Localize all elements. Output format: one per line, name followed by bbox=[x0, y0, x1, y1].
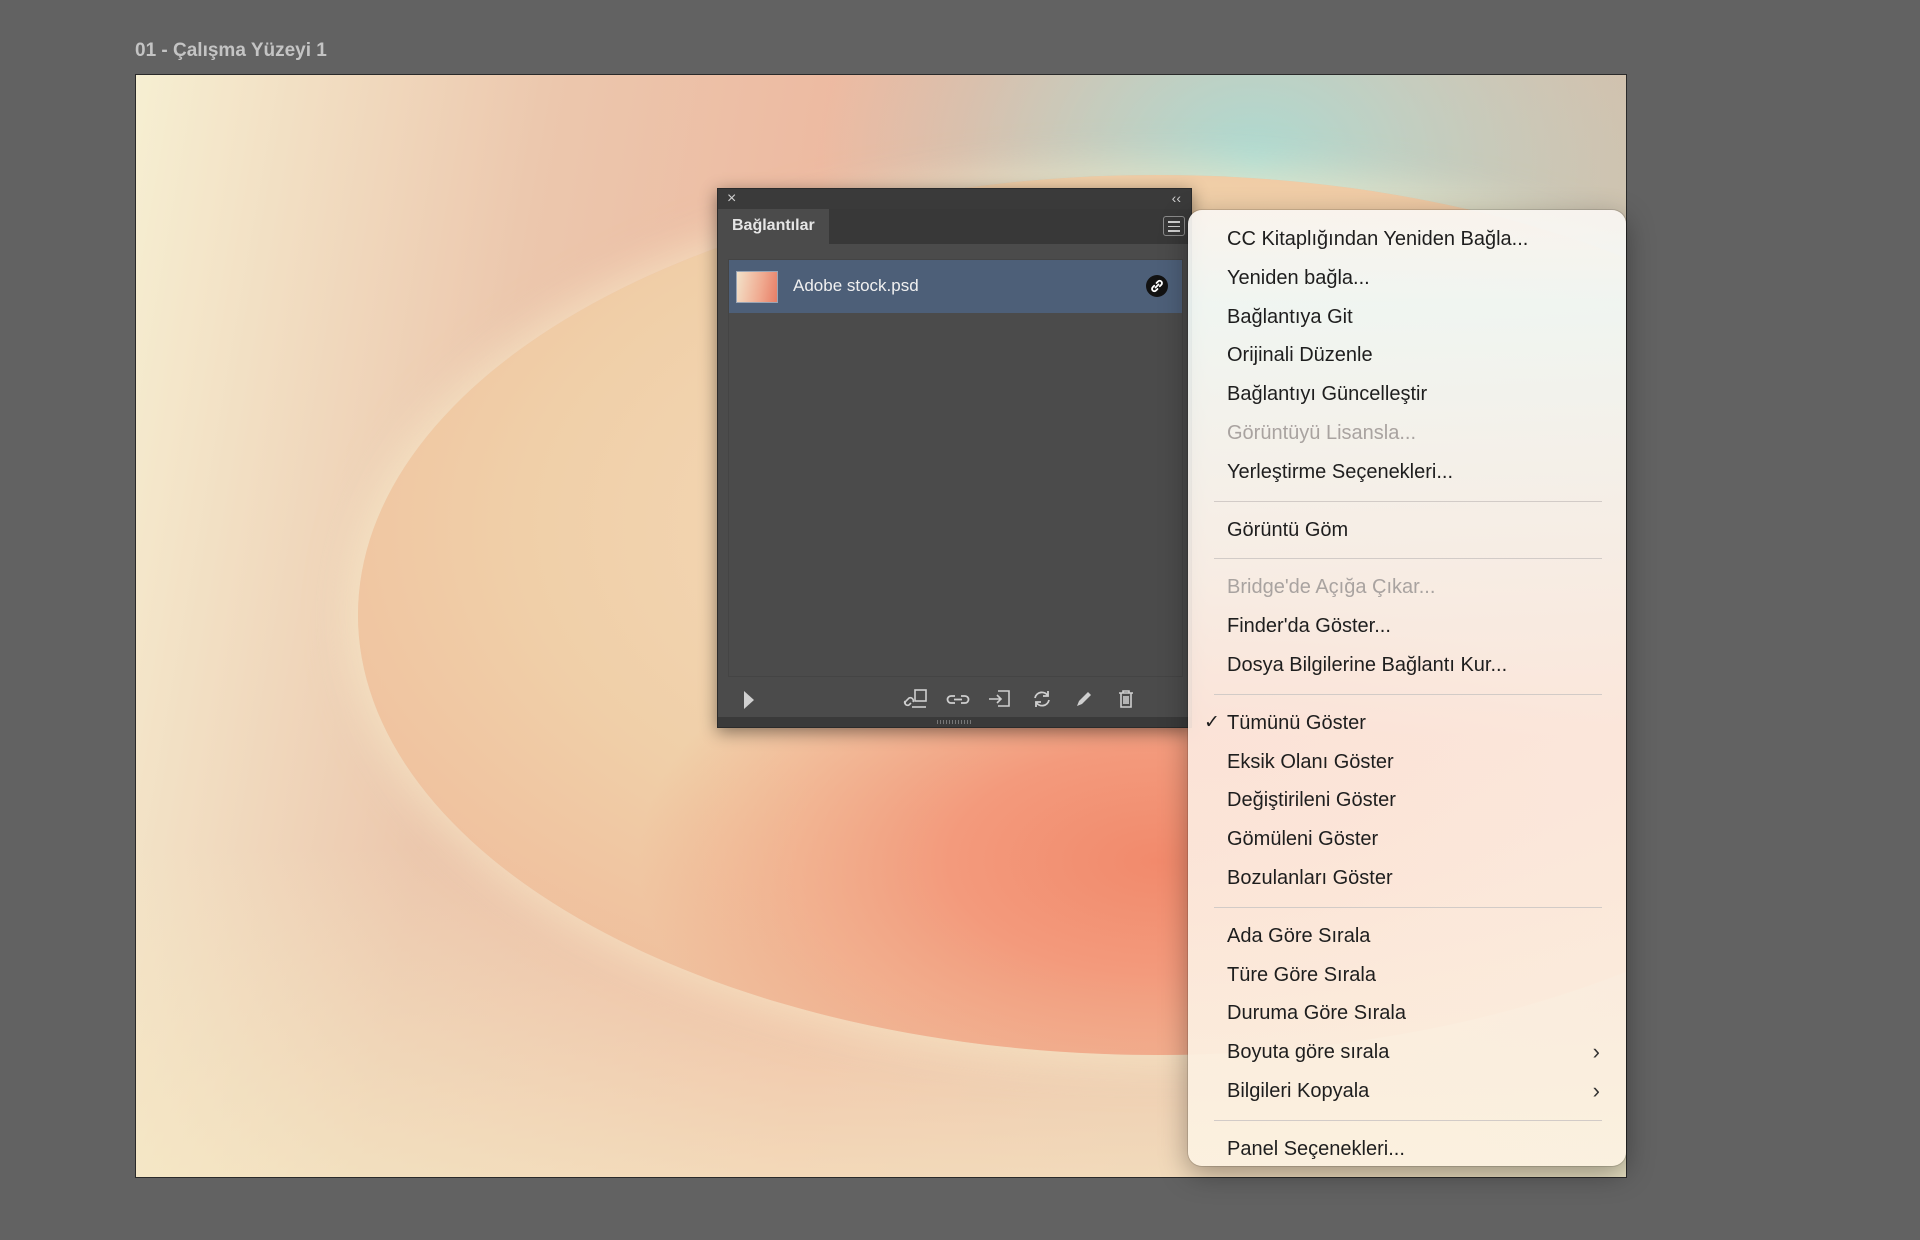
menu-item-label: Bilgileri Kopyala bbox=[1227, 1079, 1370, 1102]
artboard-label: 01 - Çalışma Yüzeyi 1 bbox=[135, 40, 327, 61]
menu-item[interactable]: Duruma Göre Sırala bbox=[1188, 994, 1626, 1033]
menu-item[interactable]: Yerleştirme Seçenekleri... bbox=[1188, 453, 1626, 492]
menu-item-label: Gömüleni Göster bbox=[1227, 828, 1379, 851]
menu-item-label: CC Kitaplığından Yeniden Bağla... bbox=[1227, 228, 1529, 250]
menu-item-label: Eksik Olanı Göster bbox=[1227, 750, 1394, 773]
edit-original-icon[interactable] bbox=[1070, 687, 1098, 711]
close-icon[interactable]: × bbox=[727, 190, 736, 208]
menu-item[interactable]: Eksik Olanı Göster bbox=[1188, 743, 1626, 782]
check-icon: ✓ bbox=[1204, 711, 1220, 733]
go-to-link-icon[interactable] bbox=[986, 687, 1014, 711]
context-menu: CC Kitaplığından Yeniden Bağla... Yeniden… bbox=[1188, 210, 1626, 1166]
list-item[interactable]: Adobe stock.psd bbox=[729, 260, 1182, 313]
menu-item[interactable]: Yeniden bağla... bbox=[1188, 259, 1626, 298]
menu-item[interactable]: Orijinali Düzenle bbox=[1188, 336, 1626, 375]
menu-item-label: Panel Seçenekleri... bbox=[1227, 1137, 1405, 1160]
menu-item-label: Ada Göre Sırala bbox=[1227, 924, 1371, 947]
menu-item[interactable]: ✓ Tümünü Göster bbox=[1188, 704, 1626, 743]
menu-item-label: Finder'da Göster... bbox=[1227, 615, 1391, 638]
menu-item[interactable]: Boyuta göre sırala › bbox=[1188, 1033, 1626, 1072]
relink-icon[interactable] bbox=[944, 687, 972, 711]
menu-item[interactable]: Panel Seçenekleri... bbox=[1188, 1130, 1626, 1166]
menu-separator bbox=[1214, 558, 1602, 560]
menu-item-label: Bridge'de Açığa Çıkar... bbox=[1227, 576, 1436, 599]
links-panel: × ‹‹ Bağlantılar Adobe stock.psd bbox=[717, 188, 1192, 728]
menu-item[interactable]: Bağlantıyı Güncelleştir bbox=[1188, 375, 1626, 414]
menu-item[interactable]: CC Kitaplığından Yeniden Bağla... bbox=[1188, 220, 1626, 259]
menu-item[interactable]: Bozulanları Göster bbox=[1188, 859, 1626, 898]
menu-item-label: Bağlantıyı Güncelleştir bbox=[1227, 383, 1428, 406]
chevron-right-icon: › bbox=[1592, 1077, 1600, 1103]
tab-links[interactable]: Bağlantılar bbox=[718, 209, 829, 244]
link-icon bbox=[1146, 275, 1168, 297]
update-link-icon[interactable] bbox=[1028, 687, 1056, 711]
menu-item-label: Duruma Göre Sırala bbox=[1227, 1002, 1406, 1025]
menu-item-label: Görüntüyü Lisansla... bbox=[1227, 421, 1416, 444]
menu-item-label: Bağlantıya Git bbox=[1227, 305, 1353, 328]
menu-item-label: Türe Göre Sırala bbox=[1227, 963, 1376, 986]
menu-item-label: Dosya Bilgilerine Bağlantı Kur... bbox=[1227, 653, 1508, 676]
menu-item: Görüntüyü Lisansla... bbox=[1188, 414, 1626, 453]
panel-menu-icon[interactable] bbox=[1163, 216, 1185, 236]
collapse-icon[interactable]: ‹‹ bbox=[1172, 190, 1181, 206]
show-link-info-icon[interactable] bbox=[744, 691, 754, 709]
menu-separator bbox=[1214, 500, 1602, 502]
menu-item[interactable]: Değiştirileni Göster bbox=[1188, 781, 1626, 820]
link-file-name: Adobe stock.psd bbox=[793, 276, 919, 295]
menu-separator bbox=[1214, 693, 1602, 695]
panel-tab-bar: Bağlantılar bbox=[718, 209, 1191, 244]
menu-item-label: Bozulanları Göster bbox=[1227, 866, 1393, 889]
menu-separator bbox=[1214, 906, 1602, 908]
link-thumbnail bbox=[736, 271, 778, 303]
menu-item-label: Tümünü Göster bbox=[1227, 711, 1366, 734]
menu-item[interactable]: Dosya Bilgilerine Bağlantı Kur... bbox=[1188, 646, 1626, 685]
trash-icon[interactable] bbox=[1112, 687, 1140, 711]
menu-item: Bridge'de Açığa Çıkar... bbox=[1188, 568, 1626, 607]
menu-item[interactable]: Türe Göre Sırala bbox=[1188, 956, 1626, 995]
menu-separator bbox=[1214, 1119, 1602, 1121]
menu-item-label: Yerleştirme Seçenekleri... bbox=[1227, 460, 1454, 483]
menu-item-label: Değiştirileni Göster bbox=[1227, 789, 1396, 812]
menu-item-label: Orijinali Düzenle bbox=[1227, 344, 1373, 367]
chevron-right-icon: › bbox=[1592, 1039, 1600, 1065]
menu-item-label: Boyuta göre sırala bbox=[1227, 1041, 1390, 1064]
relink-cc-library-icon[interactable] bbox=[902, 687, 930, 711]
menu-item[interactable]: Görüntü Göm bbox=[1188, 511, 1626, 550]
menu-item[interactable]: Finder'da Göster... bbox=[1188, 607, 1626, 646]
menu-item-label: Görüntü Göm bbox=[1227, 518, 1349, 541]
menu-item[interactable]: Ada Göre Sırala bbox=[1188, 917, 1626, 956]
menu-item[interactable]: Bağlantıya Git bbox=[1188, 298, 1626, 337]
menu-item[interactable]: Bilgileri Kopyala › bbox=[1188, 1072, 1626, 1111]
menu-item-label: Yeniden bağla... bbox=[1227, 266, 1370, 289]
panel-resize-grip[interactable] bbox=[718, 717, 1191, 727]
panel-title-bar[interactable]: × ‹‹ bbox=[718, 189, 1191, 209]
panel-footer-toolbar bbox=[718, 681, 1191, 717]
menu-item[interactable]: Gömüleni Göster bbox=[1188, 820, 1626, 859]
links-list[interactable]: Adobe stock.psd bbox=[728, 259, 1183, 677]
